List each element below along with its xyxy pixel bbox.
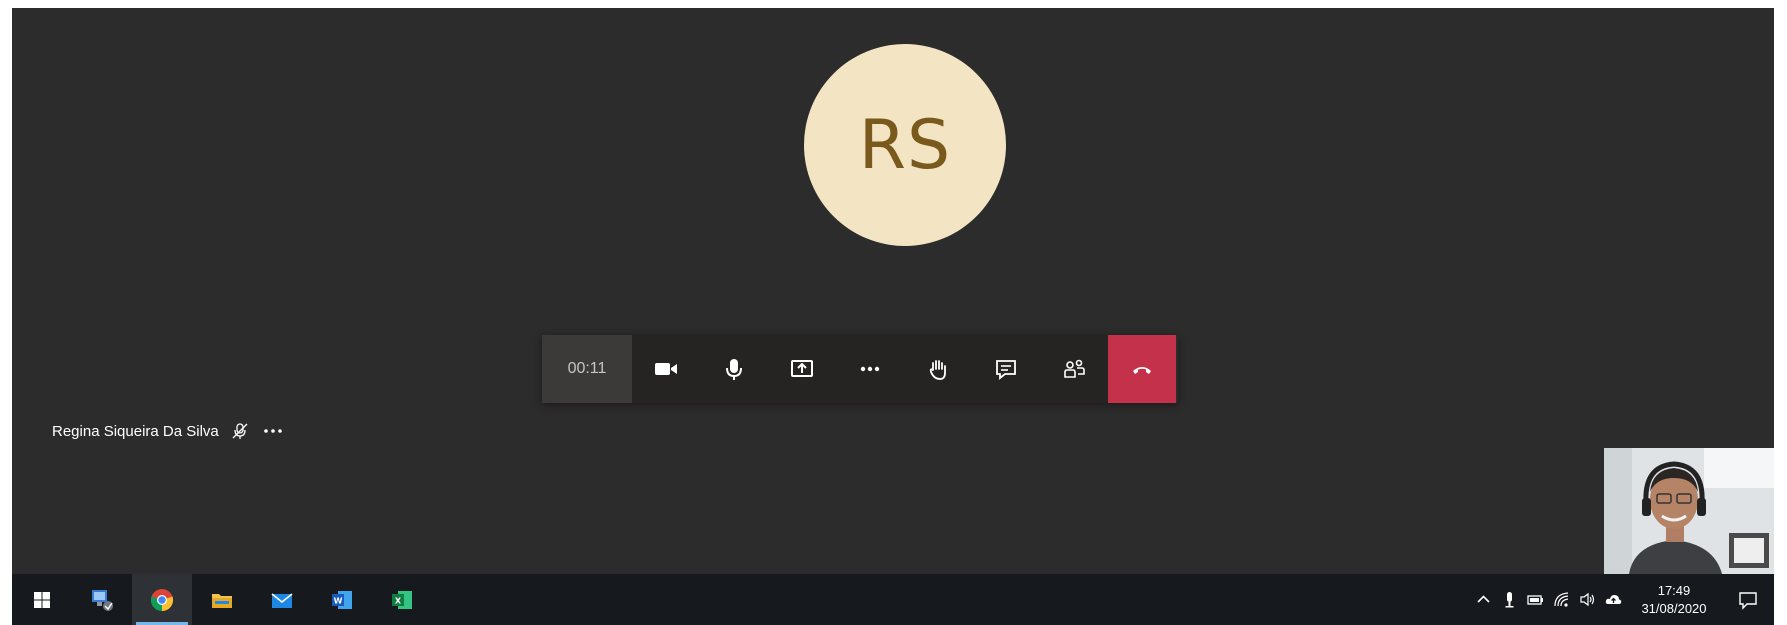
- taskbar-mail[interactable]: [252, 574, 312, 625]
- call-timer: 00:11: [542, 335, 632, 403]
- mic-toggle-button[interactable]: [700, 335, 768, 403]
- show-conversation-button[interactable]: [972, 335, 1040, 403]
- clock-date: 31/08/2020: [1641, 600, 1707, 616]
- taskbar-file-explorer[interactable]: [192, 574, 252, 625]
- video-camera-icon: [655, 363, 677, 375]
- excel-icon: X: [392, 590, 412, 609]
- onedrive-cloud-icon: [1605, 594, 1621, 604]
- svg-text:W: W: [334, 596, 343, 605]
- system-tray: 17:49 31/08/2020: [1470, 574, 1774, 625]
- muted-mic-icon: [232, 423, 248, 439]
- raise-hand-button[interactable]: [904, 335, 972, 403]
- self-video-preview: [1604, 448, 1774, 574]
- share-screen-button[interactable]: [768, 335, 836, 403]
- people-icon: [1064, 359, 1085, 378]
- taskbar-word[interactable]: W: [312, 574, 372, 625]
- camera-toggle-button[interactable]: [632, 335, 700, 403]
- hang-up-button[interactable]: [1108, 335, 1176, 403]
- chevron-up-icon: [1476, 595, 1490, 603]
- call-controls-side: [904, 335, 1176, 403]
- tray-battery[interactable]: [1522, 574, 1548, 625]
- chat-icon: [996, 360, 1016, 380]
- taskbar-excel[interactable]: X: [372, 574, 432, 625]
- chrome-icon: [150, 588, 174, 611]
- speaker-icon: [1579, 592, 1594, 607]
- windows-taskbar: W X 17:49 31/08/2020: [12, 574, 1774, 625]
- tray-onedrive[interactable]: [1600, 574, 1626, 625]
- svg-text:X: X: [395, 596, 402, 605]
- action-center-button[interactable]: [1722, 574, 1774, 625]
- participant-label: Regina Siqueira Da Silva: [52, 422, 285, 440]
- network-computer-icon: [92, 589, 113, 611]
- wifi-icon: [1553, 592, 1568, 607]
- word-icon: W: [332, 590, 352, 609]
- microphone-icon: [726, 359, 742, 380]
- participant-name: Regina Siqueira Da Silva: [52, 422, 219, 440]
- phone-hangup-icon: [1133, 367, 1151, 374]
- avatar-initials: RS: [858, 105, 952, 185]
- windows-start-icon: [34, 591, 50, 608]
- tray-wifi[interactable]: [1548, 574, 1574, 625]
- share-screen-icon: [791, 360, 813, 377]
- tray-show-hidden[interactable]: [1470, 574, 1496, 625]
- raise-hand-icon: [929, 360, 946, 380]
- more-actions-button[interactable]: [836, 335, 904, 403]
- taskbar-chrome[interactable]: [132, 574, 192, 625]
- show-participants-button[interactable]: [1040, 335, 1108, 403]
- more-dots-icon: [860, 366, 880, 372]
- call-timer-text: 00:11: [567, 360, 607, 377]
- microphone-icon: [1505, 592, 1513, 608]
- start-button[interactable]: [12, 574, 72, 625]
- participant-more-button[interactable]: [261, 422, 285, 440]
- tray-speaker[interactable]: [1574, 574, 1600, 625]
- taskbar-network-app[interactable]: [72, 574, 132, 625]
- participant-avatar: RS: [804, 44, 1006, 246]
- taskbar-clock[interactable]: 17:49 31/08/2020: [1626, 582, 1722, 618]
- call-controls-main: [632, 335, 904, 403]
- folder-icon: [212, 593, 232, 608]
- battery-icon: [1526, 595, 1543, 605]
- call-controls-bar: 00:11: [542, 335, 1178, 403]
- notification-icon: [1739, 591, 1757, 610]
- mail-icon: [271, 592, 293, 608]
- tray-microphone[interactable]: [1496, 574, 1522, 625]
- clock-time: 17:49: [1657, 582, 1691, 598]
- call-stage: RS 00:11 Regina Siqueira Da Silva: [12, 8, 1774, 574]
- self-video-person: [1604, 448, 1774, 574]
